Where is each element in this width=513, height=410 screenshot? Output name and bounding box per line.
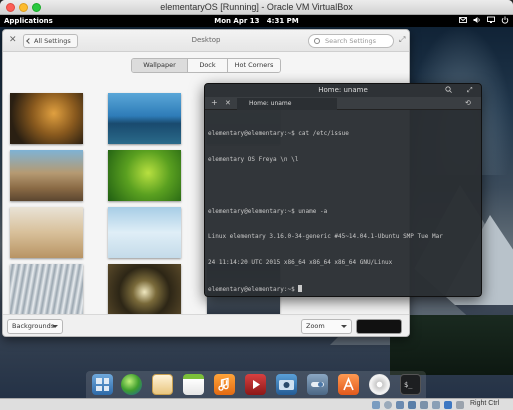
volume-icon[interactable]: [473, 16, 481, 24]
host-titlebar: elementaryOS [Running] - Oracle VM Virtu…: [0, 0, 513, 15]
terminal-icon[interactable]: $_: [400, 374, 421, 395]
terminal-line: elementary@elementary:~$ cat /etc/issue: [208, 130, 349, 138]
maximize-icon[interactable]: ⤢: [399, 35, 405, 45]
settings-headerbar: ✕ All Settings Desktop Search Settings ⤢: [3, 30, 409, 52]
multitasking-icon[interactable]: [92, 374, 113, 395]
panel-clock[interactable]: Mon Apr 13 4:31 PM: [0, 17, 513, 25]
close-icon[interactable]: ✕: [225, 99, 231, 107]
videos-icon[interactable]: [245, 374, 266, 395]
wallpaper-thumb[interactable]: [10, 93, 83, 144]
virtualbox-statusbar: Right Ctrl: [0, 398, 513, 410]
wallpaper-thumb[interactable]: [108, 264, 181, 315]
network-icon[interactable]: [408, 401, 416, 409]
search-icon[interactable]: [445, 86, 452, 95]
music-icon[interactable]: [214, 374, 235, 395]
wallpaper-mode-dropdown[interactable]: Backgrounds: [7, 319, 63, 334]
tab-wallpaper[interactable]: Wallpaper: [132, 59, 188, 72]
wallpaper-thumb[interactable]: [10, 264, 83, 315]
terminal-line: elementary OS Freya \n \l: [208, 155, 299, 163]
top-panel: Applications Mon Apr 13 4:31 PM: [0, 15, 513, 27]
chevron-down-icon: [52, 325, 58, 328]
wallpaper-mode-value: Backgrounds: [12, 322, 55, 330]
capture-icon[interactable]: [444, 401, 452, 409]
tab-hot-corners[interactable]: Hot Corners: [228, 59, 280, 72]
terminal-line: elementary@elementary:~$ uname -a: [208, 207, 328, 215]
terminal-tab[interactable]: Home: uname: [237, 98, 337, 110]
terminal-tabbar: + ✕ Home: uname ⟲: [205, 97, 481, 110]
terminal-title: Home: uname: [318, 86, 368, 94]
tab-dock[interactable]: Dock: [188, 59, 228, 72]
mouse-integration-icon[interactable]: [456, 401, 464, 409]
host-window-title: elementaryOS [Running] - Oracle VM Virtu…: [160, 2, 353, 12]
virtualbox-window: elementaryOS [Running] - Oracle VM Virtu…: [0, 0, 513, 410]
terminal-output[interactable]: elementary@elementary:~$ cat /etc/issue …: [208, 113, 480, 296]
restore-tab-icon[interactable]: ⟲: [465, 99, 471, 107]
terminal-window: Home: uname ⤢ + ✕ Home: uname ⟲ elementa…: [204, 83, 482, 297]
network-icon[interactable]: [487, 16, 495, 24]
wallpaper-thumb[interactable]: [10, 150, 83, 201]
panel-indicators: [459, 16, 509, 24]
terminal-cursor: [298, 284, 303, 292]
calendar-icon[interactable]: [183, 374, 204, 395]
wallpaper-thumb[interactable]: [108, 207, 181, 258]
search-settings-input[interactable]: Search Settings: [308, 34, 394, 48]
mail-icon[interactable]: [459, 16, 467, 24]
terminal-prompt-line: elementary@elementary:~$: [208, 284, 480, 295]
desktop-tabs: Wallpaper Dock Hot Corners: [131, 58, 281, 73]
chevron-down-icon: [341, 325, 347, 328]
system-settings-icon[interactable]: [307, 374, 328, 395]
power-icon[interactable]: [501, 16, 509, 24]
mail-icon[interactable]: [152, 374, 173, 395]
web-browser-icon[interactable]: [121, 374, 142, 395]
usb-icon[interactable]: [396, 401, 404, 409]
scale-value: Zoom: [306, 322, 325, 330]
search-placeholder: Search Settings: [325, 37, 377, 45]
shared-folders-icon[interactable]: [420, 401, 428, 409]
terminal-line: 24 11:14:20 UTC 2015 x86_64 x86_64 x86_6…: [208, 259, 393, 267]
color-picker-button[interactable]: [356, 319, 402, 334]
scale-dropdown[interactable]: Zoom: [301, 319, 352, 334]
search-icon: [314, 38, 320, 44]
guest-desktop: Applications Mon Apr 13 4:31 PM ✕ All Se…: [0, 15, 513, 398]
host-key-label: Right Ctrl: [470, 400, 500, 407]
maximize-icon[interactable]: ⤢: [467, 86, 473, 95]
dvd-drive-icon[interactable]: [369, 374, 390, 395]
terminal-titlebar: Home: uname ⤢: [205, 84, 481, 97]
wallpaper-thumb[interactable]: [108, 150, 181, 201]
terminal-line: Linux elementary 3.16.0-34-generic #45~1…: [208, 233, 443, 241]
photos-icon[interactable]: [276, 374, 297, 395]
settings-footer: Backgrounds Zoom: [3, 314, 409, 336]
display-icon[interactable]: [432, 401, 440, 409]
hard-disk-icon[interactable]: [372, 401, 380, 409]
wallpaper-thumb[interactable]: [108, 93, 181, 144]
app-center-icon[interactable]: [338, 374, 359, 395]
svg-text:$_: $_: [404, 381, 413, 389]
wallpaper-thumb[interactable]: [10, 207, 83, 258]
optical-drive-icon[interactable]: [384, 401, 392, 409]
new-tab-icon[interactable]: +: [211, 98, 218, 107]
terminal-prompt: elementary@elementary:~$: [208, 285, 299, 293]
dock: $_: [86, 371, 426, 398]
